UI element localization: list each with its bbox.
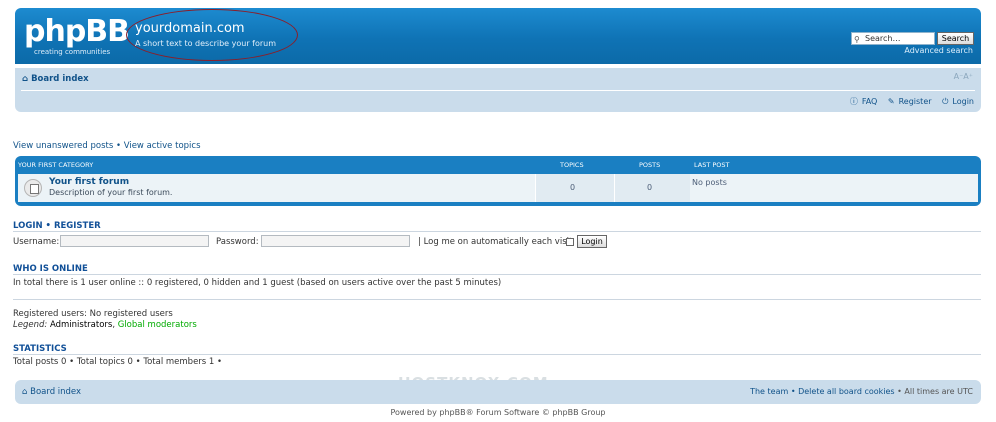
search-button[interactable]: Search <box>937 32 974 45</box>
link-separator: • <box>115 141 121 151</box>
navbar-divider <box>21 90 975 91</box>
section-divider <box>13 354 981 355</box>
remember-label: | Log me on automatically each visit <box>418 237 573 247</box>
col-topics: TOPICS <box>560 161 584 169</box>
board-index-label: Board index <box>31 74 89 84</box>
faq-link[interactable]: ⓘ FAQ <box>846 97 878 106</box>
footer-links: The team • Delete all board cookies • Al… <box>750 387 973 396</box>
search-icon: ⚲ <box>854 35 860 44</box>
board-index-link[interactable]: ⌂ Board index <box>22 74 89 84</box>
login-register-heading[interactable]: LOGIN • REGISTER <box>13 221 101 231</box>
forum-description: Description of your first forum. <box>49 188 173 197</box>
powered-by: Powered by phpBB® Forum Software © phpBB… <box>390 408 606 417</box>
legend: Legend: Administrators, Global moderator… <box>13 320 197 330</box>
online-summary: In total there is 1 user online :: 0 reg… <box>13 278 502 288</box>
forum-list-header: YOUR FIRST CATEGORY TOPICS POSTS LAST PO… <box>15 156 981 172</box>
category-title[interactable]: YOUR FIRST CATEGORY <box>18 161 93 169</box>
topics-count: 0 <box>570 183 576 192</box>
last-post: No posts <box>692 178 727 187</box>
registered-users: Registered users: No registered users <box>13 309 173 319</box>
section-divider <box>13 299 981 300</box>
home-icon: ⌂ <box>22 387 28 397</box>
register-label: Register <box>898 97 932 106</box>
password-label: Password: <box>216 237 259 247</box>
search-links: View unanswered posts • View active topi… <box>13 141 201 151</box>
team-link[interactable]: The team <box>750 387 788 396</box>
delete-cookies-link[interactable]: Delete all board cookies <box>798 387 895 396</box>
legend-administrators[interactable]: Administrators <box>50 320 112 330</box>
footer-board-index-link[interactable]: ⌂ Board index <box>22 387 81 397</box>
advanced-search-link[interactable]: Advanced search <box>904 46 973 55</box>
autologin-checkbox[interactable] <box>566 238 574 246</box>
site-header: phpBB creating communities yourdomain.co… <box>15 8 981 64</box>
search-input[interactable]: ⚲ Search… <box>851 32 935 45</box>
legend-global-moderators[interactable]: Global moderators <box>118 320 197 330</box>
footer-separator: • <box>790 387 796 396</box>
search-placeholder: Search… <box>865 34 901 43</box>
register-link[interactable]: ✎ Register <box>884 97 932 106</box>
who-is-online-heading[interactable]: WHO IS ONLINE <box>13 264 88 274</box>
forum-row: Your first forum Description of your fir… <box>18 174 978 202</box>
statistics-heading: STATISTICS <box>13 344 67 354</box>
site-description: A short text to describe your forum <box>135 39 277 48</box>
user-links: ⓘ FAQ ✎ Register ⏻ Login <box>842 96 974 107</box>
forum-read-icon <box>24 179 42 197</box>
password-field[interactable] <box>261 235 410 247</box>
col-posts: POSTS <box>639 161 661 169</box>
col-last-post: LAST POST <box>694 161 730 169</box>
unanswered-posts-link[interactable]: View unanswered posts <box>13 141 113 151</box>
register-icon: ✎ <box>887 97 895 106</box>
faq-label: FAQ <box>861 97 878 106</box>
home-icon: ⌂ <box>22 74 29 84</box>
phpbb-logo[interactable]: phpBB creating communities <box>24 14 130 60</box>
logo-tagline: creating communities <box>34 48 111 56</box>
power-icon: ⏻ <box>942 97 949 106</box>
font-size-control[interactable]: A⁻A⁺ <box>954 72 973 81</box>
legend-separator: , <box>112 320 116 330</box>
footer-navbar: ⌂ Board index The team • Delete all boar… <box>15 380 981 404</box>
posts-count: 0 <box>647 183 653 192</box>
username-label: Username: <box>13 237 60 247</box>
section-divider <box>13 231 981 232</box>
footer-separator: • <box>897 387 902 396</box>
navbar: ⌂ Board index A⁻A⁺ ⓘ FAQ ✎ Register ⏻ Login <box>15 68 981 112</box>
login-button[interactable]: Login <box>577 235 607 248</box>
timezone-note: All times are UTC <box>904 387 973 396</box>
statistics-text: Total posts 0 • Total topics 0 • Total m… <box>13 357 223 367</box>
login-link[interactable]: ⏻ Login <box>938 97 974 106</box>
site-title: yourdomain.com <box>135 21 245 36</box>
username-field[interactable] <box>60 235 209 247</box>
logo-text: phpBB <box>24 14 130 49</box>
forum-name-link[interactable]: Your first forum <box>49 177 129 187</box>
login-label: Login <box>952 97 974 106</box>
legend-label: Legend: <box>13 320 48 330</box>
faq-icon: ⓘ <box>849 97 858 106</box>
section-divider <box>13 274 981 275</box>
active-topics-link[interactable]: View active topics <box>124 141 201 151</box>
forum-list: YOUR FIRST CATEGORY TOPICS POSTS LAST PO… <box>15 156 981 206</box>
footer-board-index-label: Board index <box>30 387 82 397</box>
